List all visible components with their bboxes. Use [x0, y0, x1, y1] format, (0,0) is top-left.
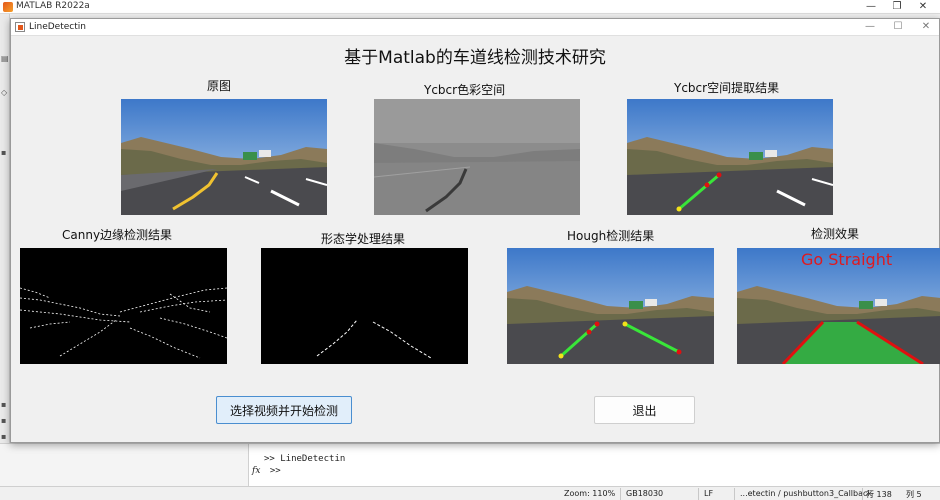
panel-glyph-icon: ▪ [1, 148, 7, 157]
callback-status: ...etectin / pushbutton3_Callback [740, 489, 873, 498]
workspace-panel [0, 443, 248, 486]
minimize-icon[interactable]: — [858, 0, 884, 14]
figure-close-icon[interactable]: ✕ [913, 20, 939, 34]
status-bar: Zoom: 110% GB18030 LF ...etectin / pushb… [0, 486, 940, 500]
panel-glyph-icon: ▪ [1, 400, 7, 409]
matlab-window-title: MATLAB R2022a [16, 1, 90, 11]
image-ycbcr-extract [627, 99, 833, 215]
linedetectin-figure-window: LineDetectin — ☐ ✕ 基于Matlab的车道线检测技术研究 原图… [10, 18, 940, 443]
select-video-start-button[interactable]: 选择视频并开始检测 [216, 396, 352, 424]
zoom-status: Zoom: 110% [564, 489, 616, 498]
image-original [121, 99, 327, 215]
label-hough: Hough检测结果 [567, 229, 655, 243]
prompt-symbol: >> [269, 466, 281, 476]
panel-glyph-icon: ◇ [1, 88, 8, 97]
panel-glyph-icon: ▤ [1, 54, 9, 63]
fx-icon[interactable]: fx [252, 466, 260, 476]
label-canny: Canny边缘检测结果 [62, 228, 173, 242]
row-status: 行 138 [866, 490, 892, 499]
figure-minimize-icon[interactable]: — [857, 20, 883, 34]
panel-glyph-icon: ▪ [1, 416, 7, 425]
label-original: 原图 [207, 79, 232, 93]
label-ycbcr-extract: Ycbcr空间提取结果 [674, 81, 780, 95]
image-ycbcr [374, 99, 580, 215]
col-status: 列 5 [906, 490, 922, 499]
figure-window-title: LineDetectin [29, 22, 86, 32]
command-window[interactable]: >> LineDetectin fx >> [248, 443, 940, 486]
matlab-side-panel: ▤ ◇ ▪ ▪ ▪ ▪ [0, 14, 10, 486]
command-prompt[interactable]: fx >> [252, 466, 281, 476]
matlab-logo-icon [3, 2, 13, 12]
page-title: 基于Matlab的车道线检测技术研究 [344, 48, 606, 68]
encoding-status: GB18030 [626, 489, 664, 498]
figure-maximize-icon[interactable]: ☐ [885, 20, 911, 34]
close-icon[interactable]: ✕ [910, 0, 936, 14]
command-history-line: >> LineDetectin [264, 454, 346, 464]
figure-icon [15, 22, 25, 32]
label-morph: 形态学处理结果 [321, 232, 406, 246]
panel-glyph-icon: ▪ [1, 432, 7, 441]
restore-icon[interactable]: ❐ [884, 0, 910, 14]
image-hough [507, 248, 714, 364]
go-straight-overlay-text: Go Straight [801, 250, 893, 269]
line-ending-status: LF [704, 489, 714, 498]
matlab-titlebar: MATLAB R2022a — ❐ ✕ [0, 0, 940, 14]
exit-button[interactable]: 退出 [594, 396, 695, 424]
label-detect: 检测效果 [811, 227, 860, 241]
label-ycbcr: Ycbcr色彩空间 [424, 83, 506, 97]
image-canny [20, 248, 227, 364]
image-morph [261, 248, 468, 364]
figure-titlebar: LineDetectin — ☐ ✕ [11, 19, 939, 36]
